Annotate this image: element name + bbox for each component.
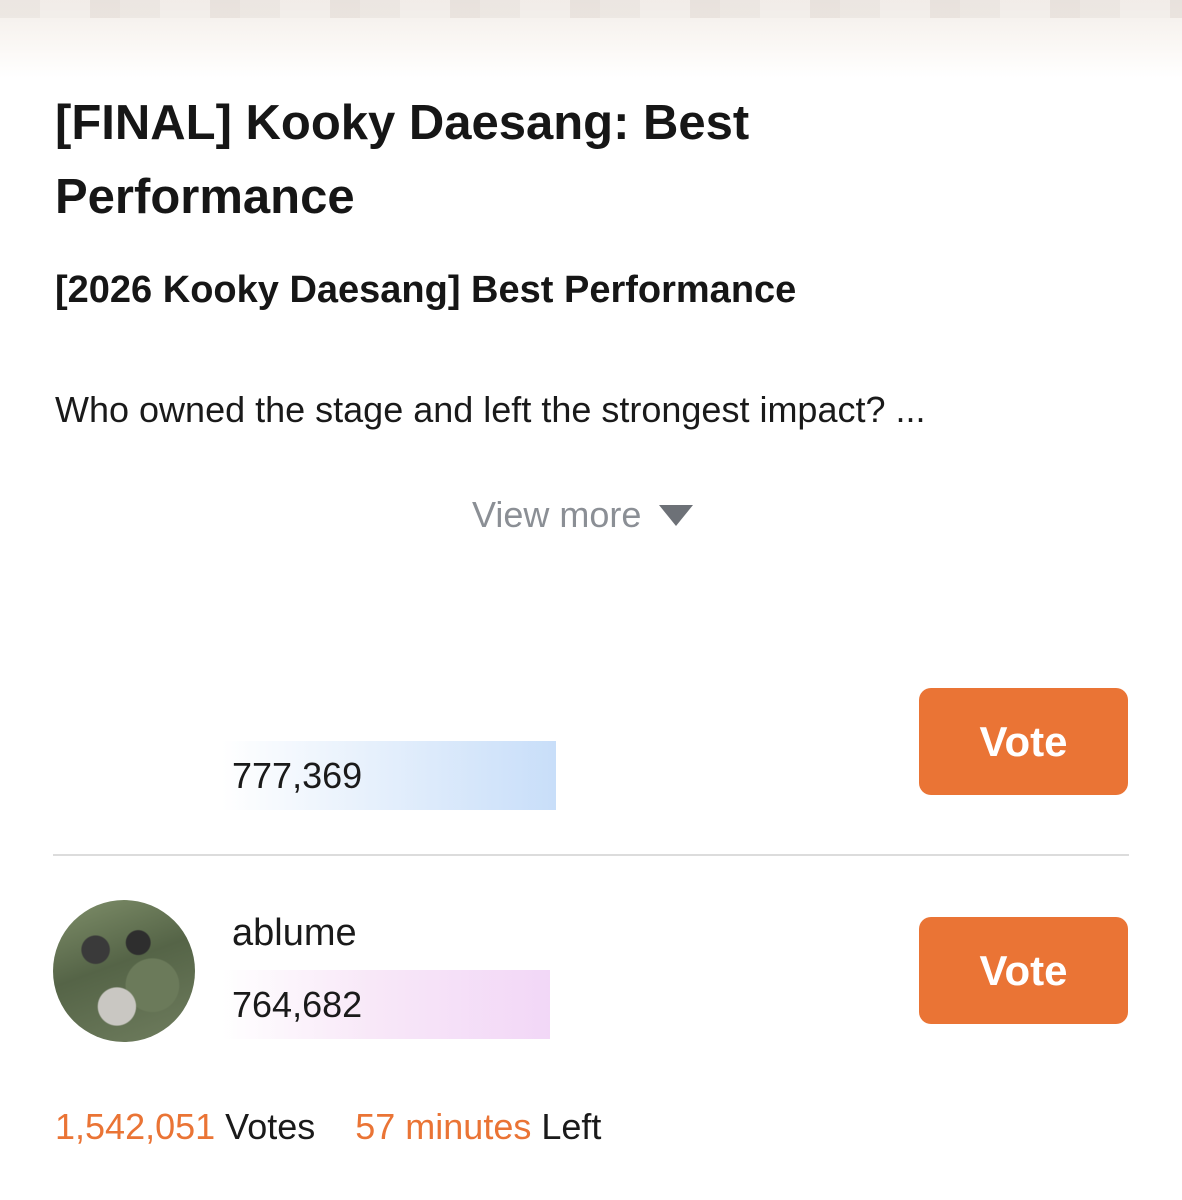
caret-down-icon xyxy=(659,504,694,526)
header-banner-image xyxy=(0,0,1182,78)
left-label: Left xyxy=(541,1106,602,1147)
total-votes-count: 1,542,051 xyxy=(55,1106,216,1147)
poll-title: [FINAL] Kooky Daesang: Best Performance xyxy=(55,96,750,224)
view-more-label: View more xyxy=(472,494,642,535)
vote-bar: 764,682 xyxy=(222,970,550,1039)
view-more-toggle[interactable]: View more xyxy=(472,490,694,540)
candidate-row: ablume 764,682 Vote xyxy=(0,900,1182,1042)
candidate-name: ablume xyxy=(232,912,357,954)
divider xyxy=(53,854,1129,856)
avatar xyxy=(53,900,195,1042)
poll-description: Who owned the stage and left the stronge… xyxy=(55,389,926,430)
votes-label: Votes xyxy=(225,1106,316,1147)
vote-button[interactable]: Vote xyxy=(919,688,1128,795)
vote-count: 777,369 xyxy=(232,755,363,796)
vote-button[interactable]: Vote xyxy=(919,917,1128,1024)
vote-bar: 777,369 xyxy=(222,741,556,810)
poll-footer: 1,542,051 Votes 57 minutes Left xyxy=(55,1104,601,1150)
vote-count: 764,682 xyxy=(232,984,363,1025)
poll-subtitle: [2026 Kooky Daesang] Best Performance xyxy=(55,269,797,311)
candidate-row: 777,369 Vote xyxy=(0,684,1182,824)
time-left-value: 57 minutes xyxy=(355,1106,532,1147)
